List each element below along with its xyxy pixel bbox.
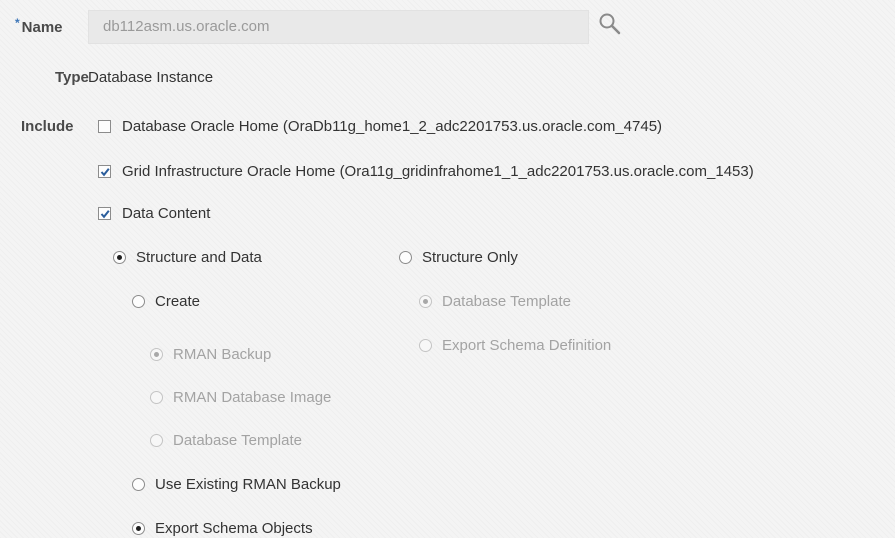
rman-backup-radio[interactable] xyxy=(150,348,163,361)
database-template-left-radio[interactable] xyxy=(150,434,163,447)
structure-and-data-label: Structure and Data xyxy=(136,249,262,266)
rman-backup-option[interactable]: RMAN Backup xyxy=(150,346,271,363)
data-content-checkbox[interactable] xyxy=(98,207,111,220)
database-template-left-option[interactable]: Database Template xyxy=(150,432,302,449)
required-marker: * xyxy=(15,16,20,30)
type-label: Type xyxy=(55,69,89,86)
use-existing-rman-backup-radio[interactable] xyxy=(132,478,145,491)
export-schema-objects-radio[interactable] xyxy=(132,522,145,535)
db-oracle-home-option[interactable]: Database Oracle Home (OraDb11g_home1_2_a… xyxy=(98,118,662,135)
data-content-label: Data Content xyxy=(122,205,211,222)
rman-database-image-label: RMAN Database Image xyxy=(173,389,332,406)
grid-oracle-home-checkbox[interactable] xyxy=(98,165,111,178)
use-existing-rman-backup-option[interactable]: Use Existing RMAN Backup xyxy=(132,476,341,493)
db-oracle-home-label: Database Oracle Home (OraDb11g_home1_2_a… xyxy=(122,118,663,135)
data-content-option[interactable]: Data Content xyxy=(98,205,210,222)
search-icon[interactable] xyxy=(597,11,623,37)
export-schema-definition-label: Export Schema Definition xyxy=(442,337,612,354)
rman-database-image-radio[interactable] xyxy=(150,391,163,404)
check-mark-icon xyxy=(100,210,110,219)
check-mark-icon xyxy=(100,168,110,177)
grid-oracle-home-option[interactable]: Grid Infrastructure Oracle Home (Ora11g_… xyxy=(98,163,754,180)
rman-backup-label: RMAN Backup xyxy=(173,346,272,363)
database-template-left-label: Database Template xyxy=(173,432,302,449)
name-input[interactable]: db112asm.us.oracle.com xyxy=(88,10,589,44)
rman-database-image-option[interactable]: RMAN Database Image xyxy=(150,389,331,406)
export-schema-definition-option[interactable]: Export Schema Definition xyxy=(419,337,611,354)
name-label: * Name xyxy=(15,16,63,36)
structure-only-option[interactable]: Structure Only xyxy=(399,249,518,266)
export-schema-objects-option[interactable]: Export Schema Objects xyxy=(132,520,313,537)
export-schema-definition-radio[interactable] xyxy=(419,339,432,352)
type-value: Database Instance xyxy=(88,69,214,86)
structure-and-data-radio[interactable] xyxy=(113,251,126,264)
database-template-right-radio[interactable] xyxy=(419,295,432,308)
name-label-text: Name xyxy=(21,19,63,36)
structure-and-data-option[interactable]: Structure and Data xyxy=(113,249,262,266)
db-oracle-home-checkbox[interactable] xyxy=(98,120,111,133)
database-template-right-label: Database Template xyxy=(442,293,571,310)
create-label: Create xyxy=(155,293,201,310)
use-existing-rman-backup-label: Use Existing RMAN Backup xyxy=(155,476,341,493)
create-option[interactable]: Create xyxy=(132,293,200,310)
structure-only-label: Structure Only xyxy=(422,249,518,266)
grid-oracle-home-label: Grid Infrastructure Oracle Home (Ora11g_… xyxy=(122,163,754,180)
create-radio[interactable] xyxy=(132,295,145,308)
structure-only-radio[interactable] xyxy=(399,251,412,264)
export-schema-objects-label: Export Schema Objects xyxy=(155,520,313,537)
database-template-right-option[interactable]: Database Template xyxy=(419,293,571,310)
include-label: Include xyxy=(21,118,74,135)
